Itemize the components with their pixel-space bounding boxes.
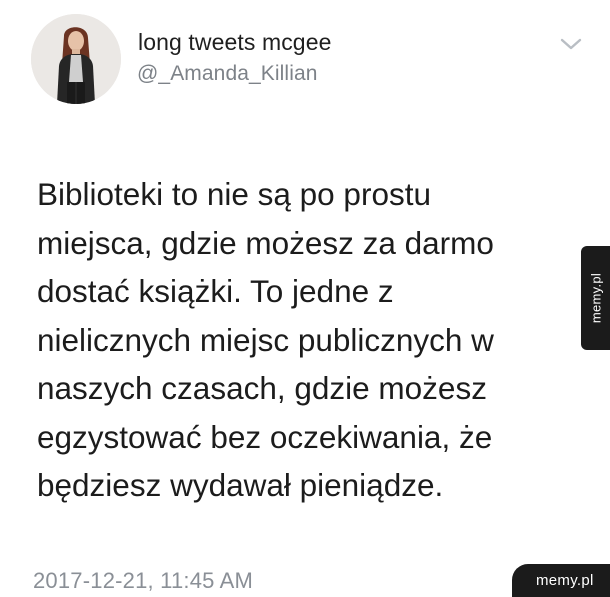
chevron-down-icon[interactable]	[559, 36, 583, 52]
watermark-corner-text: memy.pl	[536, 572, 594, 589]
watermark-side: memy.pl	[581, 246, 610, 350]
watermark-side-text: memy.pl	[588, 272, 603, 324]
watermark-corner: memy.pl	[512, 564, 610, 597]
profile-photo	[31, 14, 121, 104]
display-name[interactable]: long tweets mcgee	[138, 29, 331, 56]
tweet-text: Biblioteki to nie są po prostu miejsca, …	[37, 176, 494, 503]
user-handle[interactable]: @_Amanda_Killian	[137, 62, 318, 86]
tweet-timestamp[interactable]: 2017-12-21, 11:45 AM	[33, 568, 253, 594]
avatar[interactable]	[31, 14, 121, 104]
